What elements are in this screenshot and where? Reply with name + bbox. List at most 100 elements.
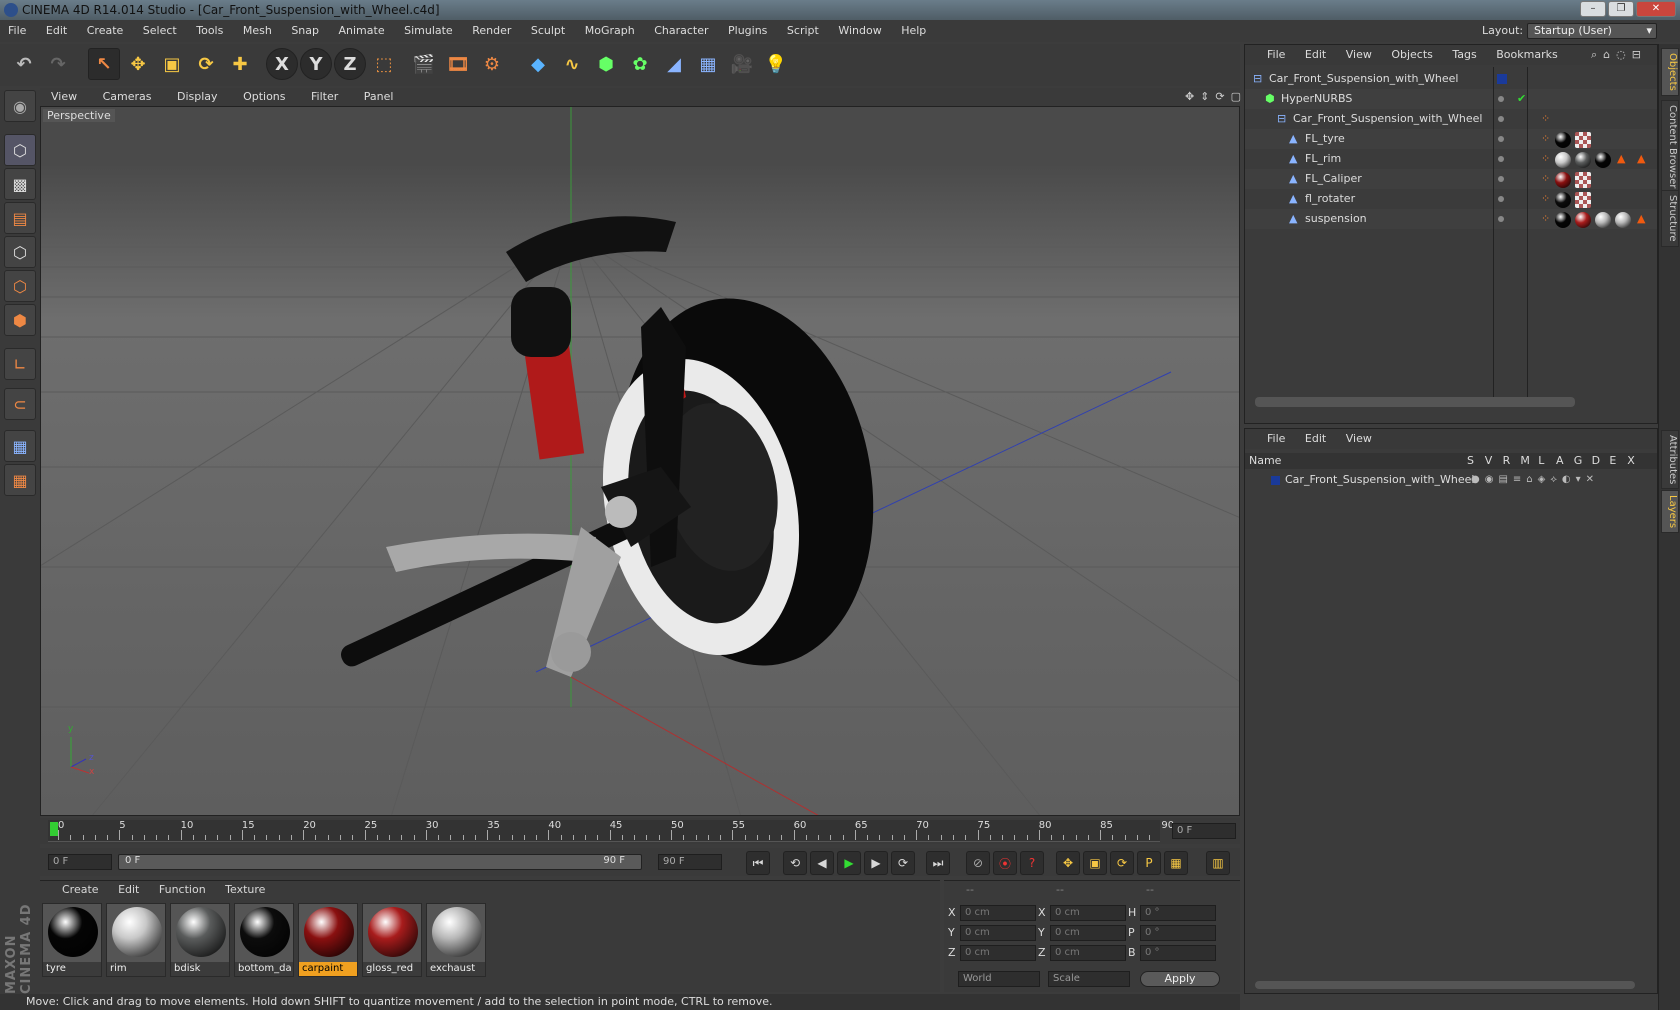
coord-space-dropdown[interactable]: World xyxy=(958,971,1040,987)
close-button[interactable]: ✕ xyxy=(1636,1,1676,17)
material-tag-icon[interactable] xyxy=(1555,172,1571,188)
object-row[interactable]: ▲ fl_rotater ⁘ xyxy=(1245,189,1657,209)
key-rotation-icon[interactable]: ⟳ xyxy=(1110,851,1134,875)
menu-snap[interactable]: Snap xyxy=(291,24,319,37)
layer-column-header-cell[interactable]: R xyxy=(1503,453,1511,469)
menu-tools[interactable]: Tools xyxy=(196,24,223,37)
material-tag-icon[interactable] xyxy=(1615,212,1631,228)
key-pla-icon[interactable]: ▦ xyxy=(1164,851,1188,875)
object-row[interactable]: ▲ FL_Caliper ⁘ xyxy=(1245,169,1657,189)
material-menu-edit[interactable]: Edit xyxy=(118,883,139,896)
layer-menu-view[interactable]: View xyxy=(1346,432,1372,445)
obj-menu-bookmarks[interactable]: Bookmarks xyxy=(1496,48,1557,61)
previous-frame-icon[interactable]: ◀ xyxy=(810,851,834,875)
viewport-menu-filter[interactable]: Filter xyxy=(311,90,338,103)
go-to-start-icon[interactable]: ⏮ xyxy=(746,851,770,875)
visibility-dot[interactable] xyxy=(1498,156,1504,162)
layer-column-header-cell[interactable]: Name xyxy=(1249,453,1281,469)
layer-column-header-cell[interactable]: A xyxy=(1556,453,1564,469)
material-menu-create[interactable]: Create xyxy=(62,883,99,896)
object-name[interactable]: suspension xyxy=(1305,209,1367,229)
obj-menu-edit[interactable]: Edit xyxy=(1305,48,1326,61)
tab-attributes[interactable]: Attributes xyxy=(1661,430,1679,490)
material-tag-icon[interactable] xyxy=(1555,152,1571,168)
enabled-check-icon[interactable]: ✔ xyxy=(1517,89,1526,109)
phong-tag-icon[interactable]: ⁘ xyxy=(1541,129,1550,149)
maximize-button[interactable]: ❐ xyxy=(1608,1,1634,17)
make-editable-icon[interactable]: ◉ xyxy=(4,90,36,122)
coordinate-system-icon[interactable]: ⬚ xyxy=(368,48,400,80)
layer-column-header-cell[interactable]: S xyxy=(1467,453,1474,469)
menu-mograph[interactable]: MoGraph xyxy=(585,24,635,37)
phong-tag-icon[interactable]: ⁘ xyxy=(1541,109,1550,129)
coord-value-field[interactable]: 0 ° xyxy=(1140,925,1216,941)
object-name[interactable]: FL_tyre xyxy=(1305,129,1345,149)
obj-search-home-icons[interactable]: ⌕⌂◌⊟ xyxy=(1591,45,1647,65)
layer-column-header-cell[interactable]: D xyxy=(1592,453,1600,469)
layer-column-header-cell[interactable]: M xyxy=(1520,453,1530,469)
material-menu-function[interactable]: Function xyxy=(159,883,206,896)
layer-color-swatch[interactable] xyxy=(1271,476,1280,485)
layer-color-tag[interactable] xyxy=(1497,74,1507,84)
layer-flag-icons[interactable]: ●◉▤≡⌂◈⟡◐▾✕ xyxy=(1471,471,1599,489)
coord-value-field[interactable]: 0 cm xyxy=(960,945,1036,961)
apply-button[interactable]: Apply xyxy=(1140,971,1220,987)
material-tag-icon[interactable] xyxy=(1555,212,1571,228)
select-arrow-icon[interactable]: ↖ xyxy=(88,48,120,80)
menu-simulate[interactable]: Simulate xyxy=(404,24,453,37)
end-frame-field[interactable]: 90 F xyxy=(658,854,722,870)
object-name[interactable]: fl_rotater xyxy=(1305,189,1355,209)
next-frame-icon[interactable]: ▶ xyxy=(864,851,888,875)
layer-row[interactable]: Car_Front_Suspension_with_Wheel ●◉▤≡⌂◈⟡◐… xyxy=(1245,471,1657,489)
tab-layers[interactable]: Layers xyxy=(1661,490,1679,534)
menu-window[interactable]: Window xyxy=(838,24,881,37)
viewport-menu-cameras[interactable]: Cameras xyxy=(103,90,152,103)
points-mode-icon[interactable]: ⬡ xyxy=(4,236,36,268)
coord-value-field[interactable]: 0 cm xyxy=(960,905,1036,921)
start-frame-field[interactable]: 0 F xyxy=(48,854,112,870)
autokey-disabled-icon[interactable]: ⊘ xyxy=(966,851,990,875)
record-icon[interactable]: ⦿ xyxy=(993,851,1017,875)
object-name[interactable]: HyperNURBS xyxy=(1281,89,1352,109)
material-tag-icon[interactable] xyxy=(1555,132,1571,148)
menu-select[interactable]: Select xyxy=(143,24,177,37)
obj-menu-objects[interactable]: Objects xyxy=(1391,48,1433,61)
object-row[interactable]: ▲ FL_tyre ⁘ xyxy=(1245,129,1657,149)
visibility-dot[interactable] xyxy=(1498,176,1504,182)
object-row[interactable]: ⊟ Car_Front_Suspension_with_Wheel ⁘ xyxy=(1245,109,1657,129)
cube-primitive-icon[interactable]: ◆ xyxy=(522,48,554,80)
coord-value-field[interactable]: 0 cm xyxy=(1050,905,1126,921)
workplane-icon[interactable]: ▤ xyxy=(4,202,36,234)
material-menu-texture[interactable]: Texture xyxy=(225,883,265,896)
layer-column-header-cell[interactable]: V xyxy=(1485,453,1493,469)
menu-file[interactable]: File xyxy=(8,24,26,37)
axis-mode-icon[interactable]: ∟ xyxy=(4,348,36,380)
autokey-help-icon[interactable]: ? xyxy=(1020,851,1044,875)
layer-column-header-cell[interactable]: L xyxy=(1538,453,1544,469)
key-scale-icon[interactable]: ▣ xyxy=(1083,851,1107,875)
phong-tag-icon[interactable]: ⁘ xyxy=(1541,169,1550,189)
rotate-icon[interactable]: ⟳ xyxy=(190,48,222,80)
layer-column-header-cell[interactable]: X xyxy=(1627,453,1635,469)
material-swatch[interactable]: tyre xyxy=(42,903,102,977)
coord-value-field[interactable]: 0 ° xyxy=(1140,905,1216,921)
layer-row-name[interactable]: Car_Front_Suspension_with_Wheel xyxy=(1285,471,1474,489)
selection-tag-icon[interactable]: ▲ xyxy=(1637,209,1645,229)
obj-menu-file[interactable]: File xyxy=(1267,48,1285,61)
snap-magnet-icon[interactable]: ⊂ xyxy=(4,388,36,420)
workplane-lock-icon[interactable]: ▦ xyxy=(4,430,36,462)
layer-column-header-cell[interactable]: E xyxy=(1609,453,1616,469)
coord-scale-dropdown[interactable]: Scale xyxy=(1048,971,1130,987)
layer-column-header-cell[interactable]: G xyxy=(1574,453,1583,469)
phong-tag-icon[interactable]: ⁘ xyxy=(1541,189,1550,209)
minimize-button[interactable]: – xyxy=(1580,1,1606,17)
material-tag-icon[interactable] xyxy=(1555,192,1571,208)
material-swatch[interactable]: rim xyxy=(106,903,166,977)
menu-create[interactable]: Create xyxy=(87,24,124,37)
uvw-tag-icon[interactable] xyxy=(1575,132,1591,148)
menu-edit[interactable]: Edit xyxy=(46,24,67,37)
viewport-camera-label[interactable]: Perspective xyxy=(43,109,115,122)
deformer-icon[interactable]: ◢ xyxy=(658,48,690,80)
3d-viewport[interactable]: Perspective y z x xyxy=(40,106,1240,816)
object-name[interactable]: Car_Front_Suspension_with_Wheel xyxy=(1293,109,1482,129)
